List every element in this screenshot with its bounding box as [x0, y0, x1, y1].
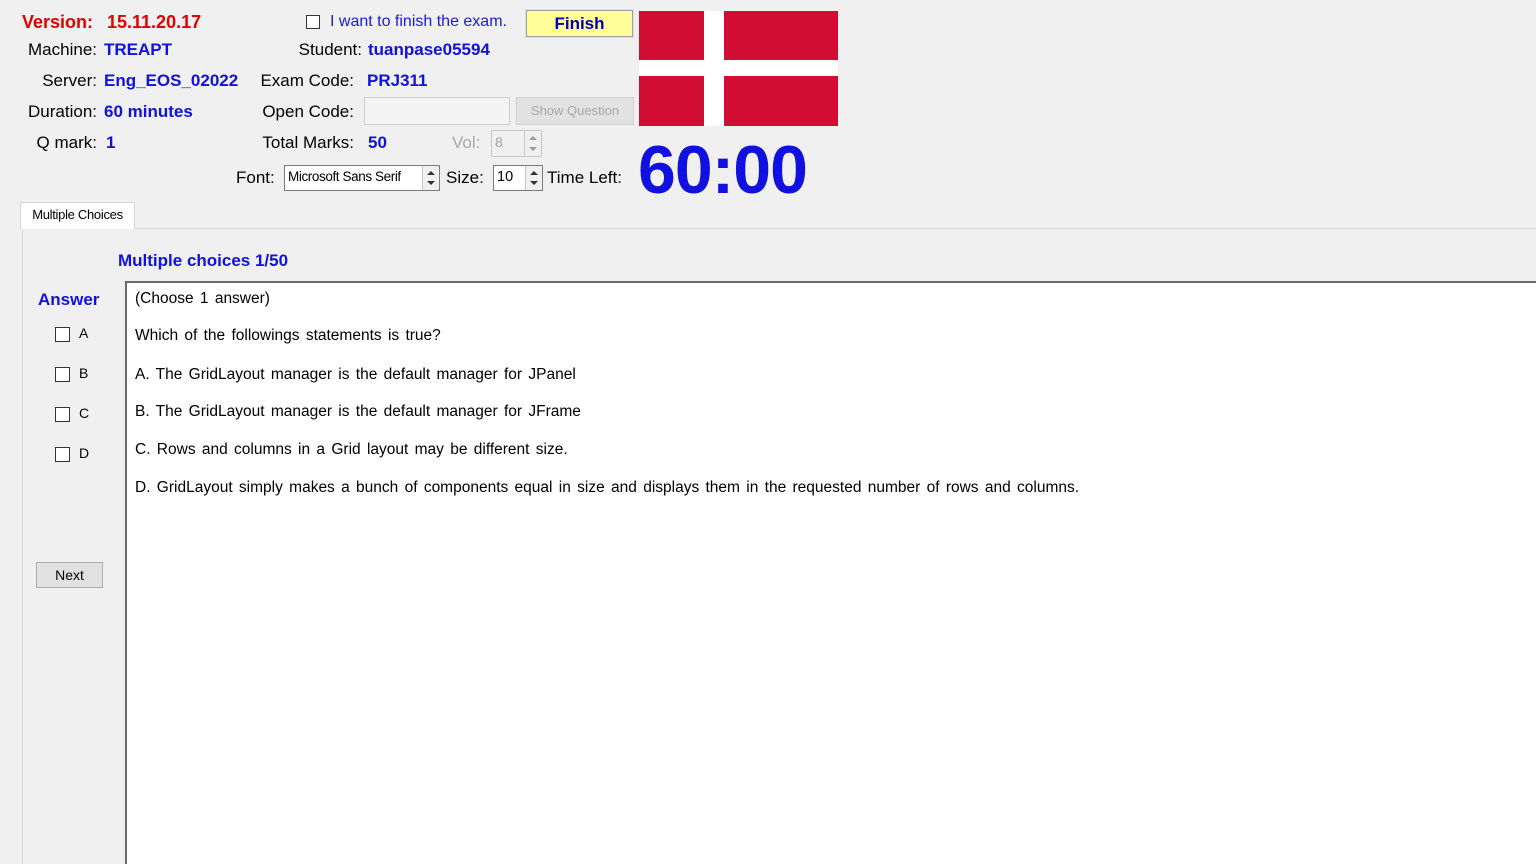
- exam-code-label: Exam Code:: [260, 71, 354, 90]
- qmark-value: 1: [106, 133, 116, 152]
- countdown-timer: 60:00: [638, 132, 808, 208]
- duration-value: 60 minutes: [104, 102, 193, 121]
- font-label: Font:: [236, 168, 275, 187]
- duration-label: Duration:: [28, 102, 97, 121]
- version-value: 15.11.20.17: [107, 12, 202, 32]
- time-left-label: Time Left:: [547, 168, 622, 187]
- server-label: Server:: [42, 71, 97, 90]
- answer-label: Answer: [38, 290, 100, 309]
- answer-c-label[interactable]: C: [79, 405, 89, 421]
- student-label: Student:: [298, 40, 362, 59]
- exam-code-value: PRJ311: [367, 71, 428, 90]
- machine-label: Machine:: [28, 40, 97, 59]
- option-c-text: C. Rows and columns in a Grid layout may…: [135, 441, 568, 458]
- font-selector[interactable]: Microsoft Sans Serif: [284, 165, 440, 191]
- answer-b-checkbox[interactable]: [55, 367, 70, 382]
- size-spin-buttons[interactable]: [525, 166, 542, 190]
- question-text: Which of the followings statements is tr…: [135, 327, 441, 344]
- option-b-text: B. The GridLayout manager is the default…: [135, 403, 581, 420]
- open-code-input[interactable]: [364, 97, 510, 125]
- show-question-button[interactable]: Show Question: [516, 97, 634, 125]
- question-heading: Multiple choices 1/50: [118, 251, 289, 270]
- finish-exam-label[interactable]: I want to finish the exam.: [330, 13, 507, 31]
- option-d-text: D. GridLayout simply makes a bunch of co…: [135, 479, 1080, 496]
- finish-exam-checkbox[interactable]: [306, 15, 320, 29]
- size-label: Size:: [446, 168, 484, 187]
- vol-spin-buttons[interactable]: [524, 131, 541, 156]
- version-label: Version:: [22, 12, 94, 32]
- next-button[interactable]: Next: [36, 562, 103, 588]
- denmark-flag-image: [639, 11, 838, 126]
- machine-value: TREAPT: [104, 40, 172, 59]
- vol-value: 8: [495, 134, 503, 150]
- size-value: 10: [497, 169, 514, 185]
- answer-d-label[interactable]: D: [79, 445, 89, 461]
- font-spin-buttons[interactable]: [422, 166, 439, 190]
- total-marks-value: 50: [368, 133, 387, 152]
- student-value: tuanpase05594: [368, 40, 490, 59]
- font-value: Microsoft Sans Serif: [288, 169, 401, 184]
- server-value: Eng_EOS_02022: [104, 71, 239, 90]
- vol-spinner[interactable]: 8: [491, 130, 542, 157]
- finish-button[interactable]: Finish: [525, 9, 634, 38]
- option-a-text: A. The GridLayout manager is the default…: [135, 366, 576, 383]
- size-spinner[interactable]: 10: [493, 165, 543, 191]
- answer-b-label[interactable]: B: [79, 365, 88, 381]
- answer-d-checkbox[interactable]: [55, 447, 70, 462]
- answer-a-checkbox[interactable]: [55, 327, 70, 342]
- open-code-label: Open Code:: [262, 102, 354, 121]
- question-instruction: (Choose 1 answer): [135, 290, 270, 307]
- answer-c-checkbox[interactable]: [55, 407, 70, 422]
- tab-multiple-choices[interactable]: Multiple Choices: [20, 202, 135, 229]
- answer-a-label[interactable]: A: [79, 325, 88, 341]
- qmark-label: Q mark:: [36, 133, 97, 152]
- total-marks-label: Total Marks:: [262, 133, 354, 152]
- vol-label: Vol:: [452, 133, 481, 152]
- question-content-box: (Choose 1 answer) Which of the following…: [125, 281, 1536, 864]
